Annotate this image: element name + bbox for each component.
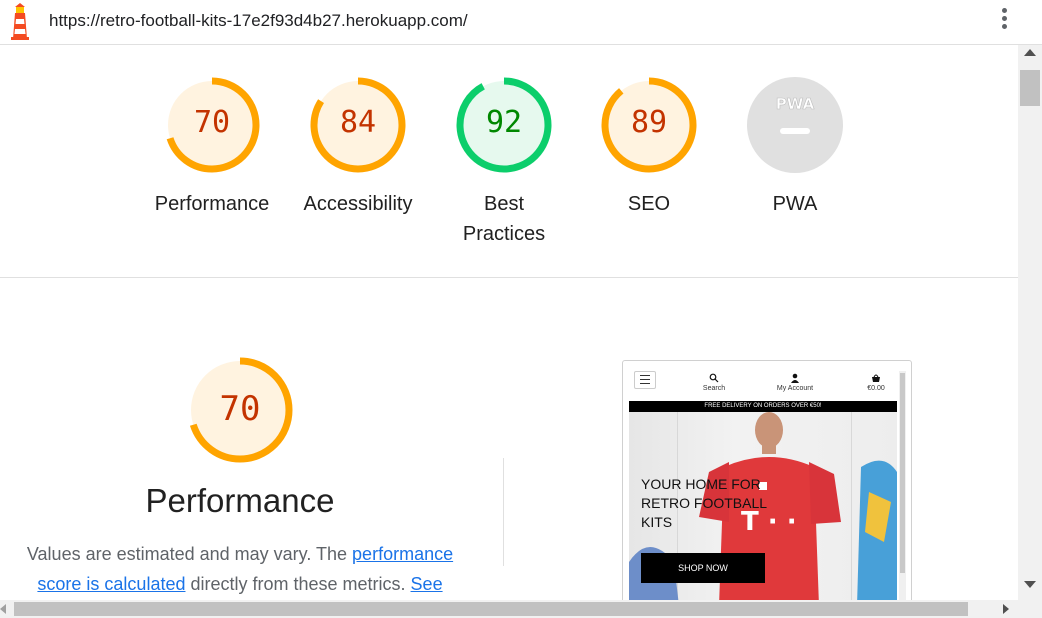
- gauge-score: 70: [193, 105, 231, 140]
- search-icon: [709, 373, 719, 383]
- shop-now-button: SHOP NOW: [641, 553, 765, 583]
- nav-search: Search: [699, 373, 729, 392]
- lighthouse-logo-icon: [11, 3, 29, 40]
- performance-heading: Performance: [145, 482, 335, 519]
- section-divider: [0, 277, 1018, 278]
- hero-image: T · · YOUR HOME FOR RETRO FOOTBALL KITS …: [629, 412, 897, 600]
- gauge-label: SEO: [627, 193, 671, 215]
- vertical-scrollbar[interactable]: [1018, 45, 1042, 600]
- gauge-best-practices[interactable]: 92 Best Practices: [429, 75, 579, 249]
- gauge-score: 89: [630, 105, 668, 140]
- scroll-left-arrow-icon[interactable]: [0, 604, 6, 614]
- gauge-label: Accessibility: [303, 193, 413, 215]
- report-content: 70 Performance 84 Accessibility 92 Best …: [0, 45, 1018, 600]
- gauge-label: Performance: [154, 193, 270, 215]
- hamburger-icon: [634, 371, 656, 389]
- performance-description: Values are estimated and may vary. The p…: [20, 539, 460, 599]
- scroll-up-arrow-icon[interactable]: [1024, 49, 1036, 56]
- gauge-score: 84: [339, 105, 377, 140]
- nav-account: My Account: [773, 373, 817, 392]
- pwa-badge-text: PWA: [776, 95, 815, 113]
- gauge-label: Best Practices: [462, 193, 546, 245]
- vertical-divider: [503, 458, 504, 566]
- pwa-badge-icon: PWA: [747, 77, 843, 173]
- see-link[interactable]: See: [411, 574, 443, 594]
- scroll-down-arrow-icon[interactable]: [1024, 581, 1036, 588]
- top-bar: https://retro-football-kits-17e2f93d4b27…: [0, 0, 1042, 45]
- page-url[interactable]: https://retro-football-kits-17e2f93d4b27…: [49, 11, 468, 31]
- category-gauges: 70 Performance 84 Accessibility 92 Best …: [0, 45, 1018, 277]
- desc-text: directly from these metrics.: [185, 574, 411, 594]
- scroll-right-arrow-icon[interactable]: [1003, 604, 1009, 614]
- gauge-label: PWA: [772, 193, 818, 215]
- desc-text: Values are estimated and may vary. The: [26, 544, 353, 564]
- hero-heading: YOUR HOME FOR RETRO FOOTBALL KITS: [641, 476, 767, 530]
- vertical-scroll-thumb[interactable]: [1020, 70, 1040, 106]
- performance-gauge: [187, 357, 293, 463]
- gauge-accessibility[interactable]: 84 Accessibility: [283, 75, 433, 219]
- thumb-scrollbar: [899, 371, 906, 600]
- delivery-banner: FREE DELIVERY ON ORDERS OVER €50!: [629, 401, 897, 412]
- gauge-seo[interactable]: 89 SEO: [574, 75, 724, 219]
- account-icon: [791, 373, 799, 383]
- gauge-performance[interactable]: 70 Performance: [137, 75, 287, 219]
- final-screenshot: Search My Account €0.00 FREE DELIVERY ON…: [622, 360, 912, 600]
- horizontal-scrollbar[interactable]: [0, 600, 1042, 618]
- nav-basket: €0.00: [861, 373, 891, 392]
- site-nav: Search My Account €0.00: [629, 361, 899, 401]
- basket-icon: [872, 374, 880, 382]
- horizontal-scroll-thumb[interactable]: [14, 602, 968, 616]
- kebab-menu-icon[interactable]: [996, 8, 1012, 36]
- gauge-score: 92: [485, 105, 523, 140]
- gauge-pwa[interactable]: PWA PWA: [720, 75, 870, 219]
